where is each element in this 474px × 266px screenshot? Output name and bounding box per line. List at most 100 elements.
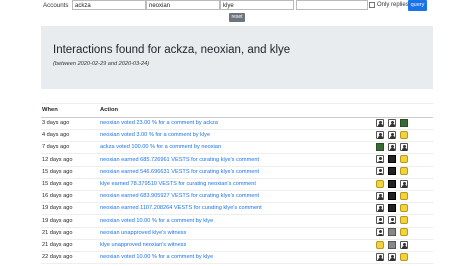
user-icon[interactable]: [376, 167, 384, 176]
row-when: 16 days ago: [42, 193, 73, 200]
table-row: 3 days ago neoxian voted 23.00 % for a co…: [41, 118, 433, 130]
account-input-2[interactable]: neoxian: [146, 0, 220, 10]
results-header: Interactions found for ackza, neoxian, a…: [41, 26, 433, 89]
search-bar: Accounts ackza neoxian klye Only replies…: [0, 0, 474, 26]
row-icons: [376, 130, 416, 140]
user-icon[interactable]: [376, 130, 384, 139]
row-action-link[interactable]: neoxian voted 23.00 % for a comment by a…: [100, 120, 218, 126]
user-icon[interactable]: [376, 191, 384, 200]
row-when: 15 days ago: [42, 168, 73, 175]
user-icon[interactable]: [376, 118, 384, 127]
row-icons: [376, 167, 416, 176]
table-row: 22 days ago neoxian voted 10.00 % for a c…: [41, 252, 433, 265]
avatar-yellow-icon[interactable]: [400, 252, 408, 261]
avatar-dark-icon[interactable]: [388, 191, 396, 200]
avatar-user-icon[interactable]: [400, 142, 408, 151]
table-header: When Action: [41, 103, 433, 118]
accounts-label: Accounts: [43, 2, 69, 9]
avatar-gray-icon[interactable]: [388, 228, 396, 237]
row-action-link[interactable]: neoxian unapproved klye's witness: [100, 230, 186, 236]
table-row: 15 days ago neoxian earned 546.696631 VES…: [41, 166, 433, 179]
row-action-link[interactable]: neoxian voted 3.00 % for a comment by kl…: [100, 132, 210, 138]
row-icons: [376, 203, 416, 213]
account-input-4[interactable]: [296, 0, 368, 10]
row-icons: [376, 179, 416, 189]
avatar-green-icon[interactable]: [376, 142, 384, 151]
user-icon[interactable]: [376, 216, 384, 225]
avatar-yellow-icon[interactable]: [400, 155, 408, 164]
table-row: 12 days ago neoxian earned 685.726961 VES…: [41, 154, 433, 167]
row-action-link[interactable]: neoxian earned 685.726961 VESTS for cura…: [100, 157, 259, 163]
query-button[interactable]: query: [408, 0, 427, 11]
row-when: 22 days ago: [42, 254, 73, 261]
avatar-yellow-icon[interactable]: [400, 167, 408, 176]
row-when: 21 days ago: [42, 229, 73, 236]
row-icons: [376, 216, 416, 225]
row-action-link[interactable]: neoxian earned 546.696631 VESTS for cura…: [100, 169, 259, 175]
user-icon[interactable]: [376, 203, 384, 212]
user-icon[interactable]: [376, 228, 384, 237]
column-action: Action: [100, 107, 119, 113]
user-icon[interactable]: [376, 252, 384, 261]
avatar-gray-icon[interactable]: [388, 240, 396, 249]
page-title: Interactions found for ackza, neoxian, a…: [53, 44, 291, 56]
avatar-dark-icon[interactable]: [388, 167, 396, 176]
table-row: 21 days ago neoxian unapproved klye's wit…: [41, 227, 433, 240]
avatar-yellow-icon[interactable]: [400, 203, 408, 212]
row-icons: [376, 240, 416, 250]
row-when: 21 days ago: [42, 242, 73, 248]
avatar-green-icon[interactable]: [400, 118, 408, 127]
avatar-dark-icon[interactable]: [388, 179, 396, 188]
row-when: 3 days ago: [42, 120, 70, 126]
table-row: 21 days ago klye unapproved neoxian's wit…: [41, 240, 433, 252]
table-row: 19 days ago neoxian voted 10.00 % for a c…: [41, 215, 433, 228]
date-range: (between 2020-02-29 and 2020-03-24): [53, 61, 150, 67]
row-action-link[interactable]: neoxian earned 1107.208264 VESTS for cur…: [100, 205, 262, 211]
row-action-link[interactable]: neoxian voted 10.00 % for a comment by k…: [100, 254, 213, 260]
account-input-1[interactable]: ackza: [72, 0, 146, 10]
row-when: 12 days ago: [42, 156, 73, 163]
user-icon[interactable]: [388, 142, 396, 151]
row-when: 7 days ago: [42, 144, 70, 151]
avatar-user-icon[interactable]: [388, 130, 396, 139]
avatar-yellow-icon[interactable]: [400, 228, 408, 237]
row-action-link[interactable]: neoxian earned 683.905927 VESTS for cura…: [100, 193, 259, 199]
reset-button[interactable]: reset: [229, 13, 245, 22]
row-when: 19 days ago: [42, 217, 73, 224]
avatar-user-icon[interactable]: [388, 118, 396, 127]
row-icons: [376, 191, 416, 201]
table-row: 15 days ago klye earned 78.379510 VESTS f…: [41, 179, 433, 191]
row-action-link[interactable]: klye unapproved neoxian's witness: [100, 242, 186, 248]
row-action-link[interactable]: neoxian voted 10.00 % for a comment by k…: [100, 218, 213, 224]
row-icons: [376, 228, 416, 237]
avatar-yellow-icon[interactable]: [400, 130, 408, 139]
avatar-yellow-icon[interactable]: [376, 179, 384, 188]
row-when: 19 days ago: [42, 205, 73, 212]
avatar-user-icon[interactable]: [388, 252, 396, 261]
row-icons: [376, 118, 416, 128]
avatar-yellow-icon[interactable]: [400, 191, 408, 200]
avatar-user-icon[interactable]: [400, 179, 408, 188]
avatar-dark-icon[interactable]: [388, 155, 396, 164]
avatar-user-icon[interactable]: [400, 240, 408, 249]
row-icons: [376, 142, 416, 152]
only-replies-checkbox[interactable]: [369, 2, 375, 8]
row-action-link[interactable]: ackza voted 100.00 % for a comment by ne…: [100, 144, 221, 150]
account-input-3[interactable]: klye: [220, 0, 294, 10]
avatar-yellow-icon[interactable]: [376, 240, 384, 249]
row-when: 4 days ago: [42, 132, 70, 139]
row-icons: [376, 155, 416, 164]
table-row: 16 days ago neoxian earned 683.905927 VES…: [41, 191, 433, 204]
user-icon[interactable]: [376, 155, 384, 164]
only-replies-label: Only replies: [377, 2, 409, 8]
row-action-link[interactable]: klye earned 78.379510 VESTS for curating…: [100, 181, 256, 187]
column-when: When: [42, 107, 58, 113]
avatar-dark-icon[interactable]: [388, 203, 396, 212]
table-row: 7 days ago ackza voted 100.00 % for a com…: [41, 142, 433, 155]
avatar-user-icon[interactable]: [388, 216, 396, 225]
row-when: 15 days ago: [42, 181, 73, 187]
row-icons: [376, 252, 416, 262]
table-row: 4 days ago neoxian voted 3.00 % for a com…: [41, 130, 433, 143]
table-row: 19 days ago neoxian earned 1107.208264 VE…: [41, 203, 433, 216]
avatar-yellow-icon[interactable]: [400, 216, 408, 225]
